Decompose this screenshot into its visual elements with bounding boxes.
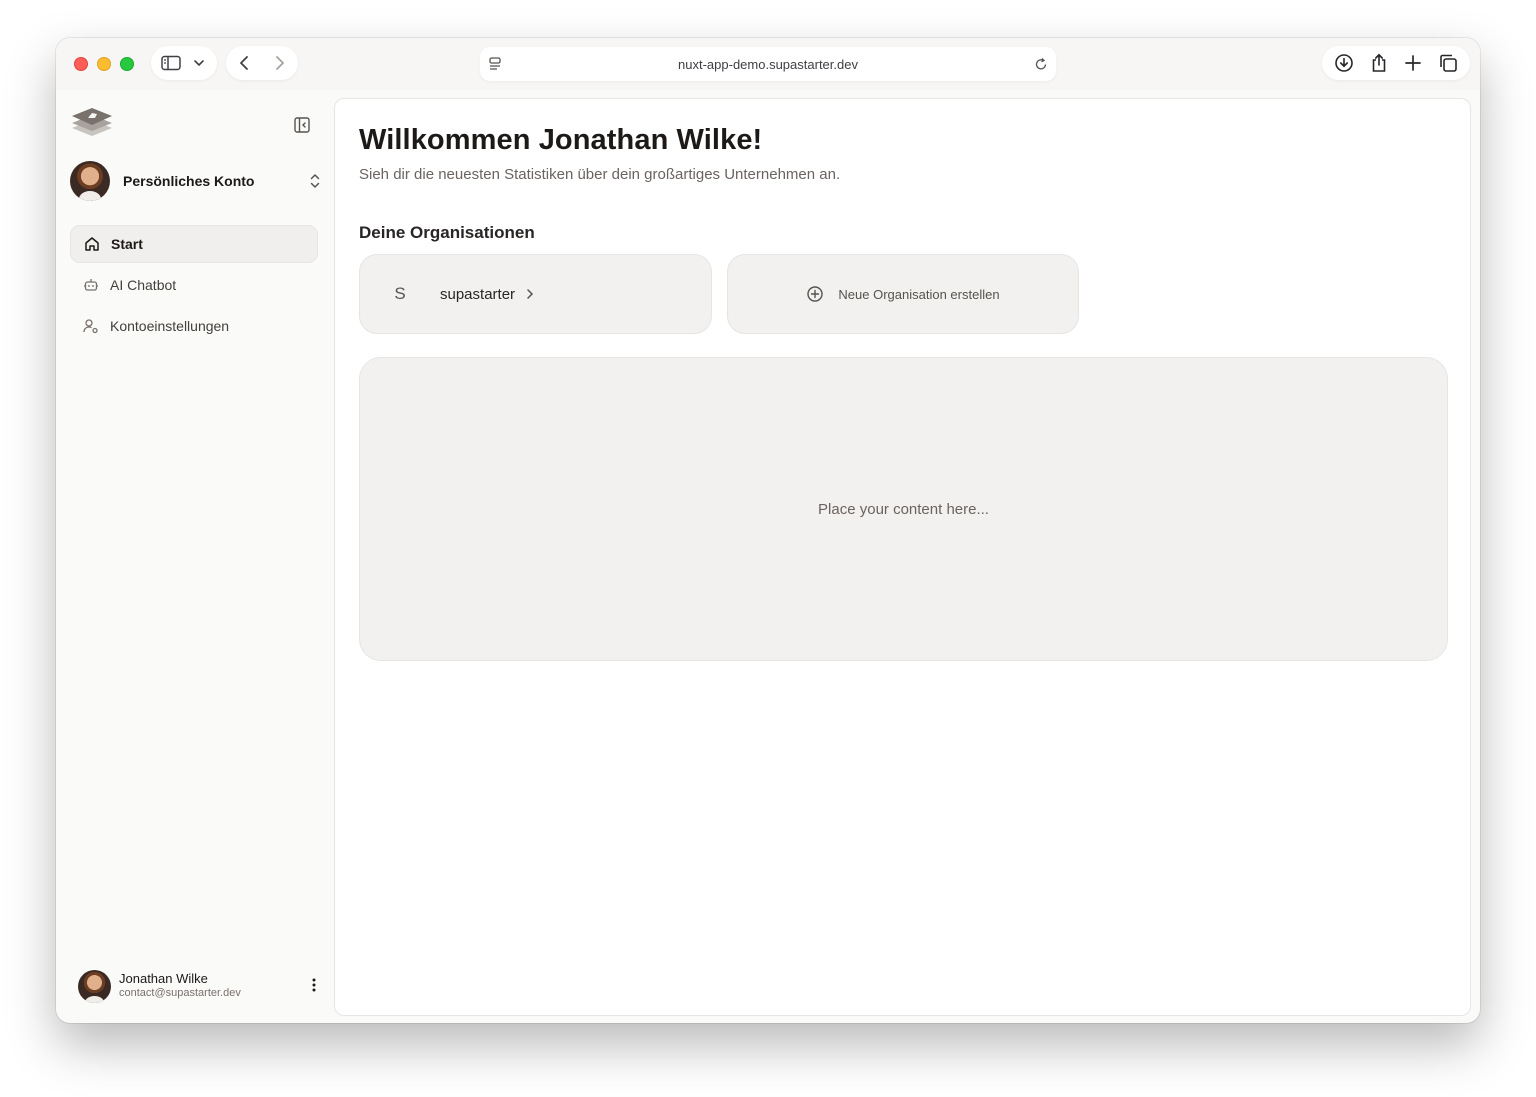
user-menu[interactable]: Jonathan Wilke contact@supastarter.dev [78,966,318,1006]
plus-circle-icon [806,285,824,303]
sidebar-item-label: Kontoeinstellungen [110,318,230,334]
chevron-down-icon[interactable] [193,59,205,67]
sidebar-item-kontoeinstellungen[interactable]: Kontoeinstellungen [70,307,318,345]
bot-icon [83,277,99,293]
sidebar-item-start[interactable]: Start [70,225,318,263]
organization-initial: S [394,284,406,303]
site-settings-icon[interactable] [488,56,502,77]
page-title: Willkommen Jonathan Wilke! [359,124,763,156]
app-sidebar: Persönliches Konto Start AI Chatbot Kont… [56,90,334,1023]
url-text: nuxt-app-demo.supastarter.dev [678,56,858,72]
organization-name: supastarter [440,285,516,303]
user-email: contact@supastarter.dev [119,987,241,1000]
address-bar[interactable]: nuxt-app-demo.supastarter.dev [480,47,1056,81]
main-content: Willkommen Jonathan Wilke! Sieh dir die … [334,98,1471,1016]
back-arrow-icon[interactable] [239,55,249,71]
app-logo[interactable] [70,106,114,144]
tab-overview-icon[interactable] [1438,53,1458,73]
sidebar-nav: Start AI Chatbot Kontoeinstellungen [70,225,318,348]
account-name: Persönliches Konto [123,173,255,189]
placeholder-text: Place your content here... [818,500,989,518]
forward-arrow-icon[interactable] [275,55,285,71]
close-window-button[interactable] [74,57,88,71]
browser-toolbar: nuxt-app-demo.supastarter.dev [56,38,1480,90]
account-avatar [70,161,110,201]
maximize-window-button[interactable] [120,57,134,71]
new-organization-button[interactable]: Neue Organisation erstellen [727,254,1079,334]
sidebar-toggle-group [151,46,217,80]
share-icon[interactable] [1370,53,1388,73]
home-icon [84,236,100,252]
user-info: Jonathan Wilke contact@supastarter.dev [119,971,241,1001]
minimize-window-button[interactable] [97,57,111,71]
collapse-sidebar-icon[interactable] [293,116,311,134]
navigation-group [226,46,298,80]
sidebar-item-label: Start [111,236,143,252]
account-switcher[interactable]: Persönliches Konto [70,160,322,202]
user-cog-icon [83,318,99,334]
chevrons-up-down-icon [308,172,322,195]
page-subtitle: Sieh dir die neuesten Statistiken über d… [359,166,841,183]
browser-window: nuxt-app-demo.supastarter.dev Persönlich… [56,38,1480,1023]
reload-icon[interactable] [1034,56,1048,77]
user-avatar [78,969,111,1003]
organizations-heading: Deine Organisationen [359,223,535,242]
sidebar-toggle-icon[interactable] [161,55,181,71]
sidebar-item-ai-chatbot[interactable]: AI Chatbot [70,266,318,304]
content-placeholder: Place your content here... [359,357,1448,661]
download-icon[interactable] [1334,53,1354,73]
more-vertical-icon[interactable] [310,976,318,999]
new-organization-label: Neue Organisation erstellen [838,286,1000,302]
user-name: Jonathan Wilke [119,971,208,986]
sidebar-item-label: AI Chatbot [110,277,177,293]
organization-card[interactable]: S supastarter [359,254,712,334]
chevron-right-icon [525,287,535,301]
new-tab-icon[interactable] [1404,54,1422,72]
toolbar-actions [1322,46,1470,80]
